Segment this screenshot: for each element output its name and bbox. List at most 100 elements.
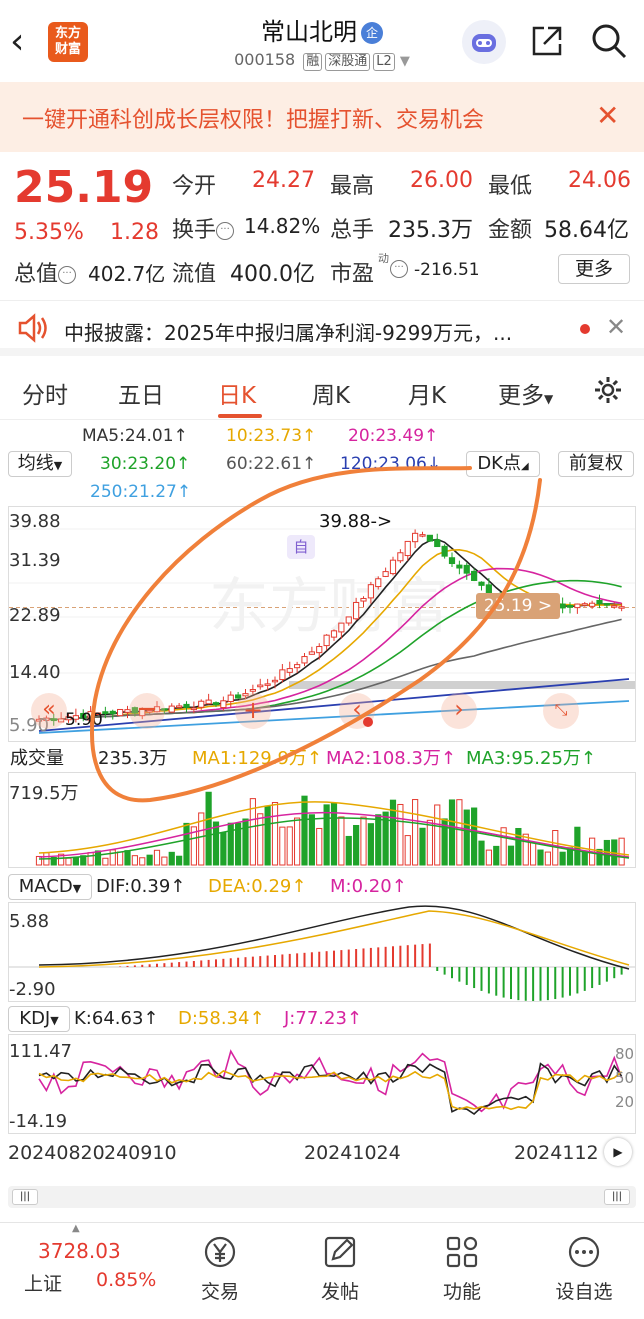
self-select-marker[interactable]: 自 bbox=[287, 535, 315, 559]
post-button[interactable]: 发帖 bbox=[300, 1233, 380, 1304]
promo-banner[interactable]: 一键开通科创成长层权限！把握打新、交易机会 ✕ bbox=[0, 82, 644, 152]
candle bbox=[176, 705, 183, 708]
macd-selector[interactable]: MACD▼ bbox=[8, 874, 92, 900]
candle bbox=[345, 616, 352, 624]
ma-selector[interactable]: 均线▼ bbox=[8, 451, 72, 477]
macd-panel[interactable]: 5.88 -2.90 bbox=[8, 902, 636, 1002]
zoom-in-icon[interactable]: + bbox=[235, 693, 271, 729]
candle bbox=[271, 679, 279, 683]
trade-button[interactable]: 交易 bbox=[180, 1233, 260, 1304]
tab-intraday[interactable]: 分时 bbox=[22, 376, 68, 410]
candle bbox=[353, 601, 360, 620]
kline-panel[interactable]: 东方财富 39.88 31.39 22.89 14.40 5.90 39.88-… bbox=[8, 506, 636, 742]
volume-bar bbox=[338, 816, 345, 866]
yen-exchange-icon bbox=[204, 1236, 236, 1268]
candle bbox=[456, 564, 463, 569]
mktcap-label-text: 总值 bbox=[14, 262, 59, 287]
tab-monthly-k[interactable]: 月K bbox=[408, 376, 446, 410]
candle bbox=[574, 603, 581, 609]
search-icon[interactable] bbox=[590, 22, 628, 60]
scroll-handle-left[interactable]: ||| bbox=[12, 1189, 38, 1205]
candle bbox=[279, 669, 286, 681]
trade-label: 交易 bbox=[200, 1281, 239, 1303]
low-label: 最低 bbox=[488, 174, 533, 199]
volume-bar bbox=[485, 849, 492, 866]
gear-icon[interactable] bbox=[592, 374, 624, 406]
volume-bar bbox=[404, 835, 411, 866]
functions-button[interactable]: 功能 bbox=[422, 1233, 502, 1304]
candle bbox=[441, 545, 448, 557]
turnover-label: 换手 ··· bbox=[172, 212, 235, 244]
pe-label: 市盈 bbox=[330, 262, 375, 287]
chart-scrollbar[interactable]: ||| ||| bbox=[8, 1186, 636, 1208]
kdj-ymax: 111.47 bbox=[9, 1041, 72, 1062]
candle bbox=[257, 684, 264, 688]
scroll-start-icon[interactable]: « bbox=[31, 693, 67, 729]
speaker-icon bbox=[18, 313, 47, 343]
assistant-robot-icon[interactable] bbox=[462, 20, 506, 64]
add-watchlist-label: 设自选 bbox=[555, 1281, 613, 1303]
dk-label: DK点 bbox=[477, 453, 521, 474]
turnover-value: 14.82% bbox=[244, 214, 321, 238]
edit-icon bbox=[324, 1236, 356, 1268]
volume-bar bbox=[212, 821, 220, 866]
candle bbox=[404, 540, 411, 557]
tab-daily-k[interactable]: 日K bbox=[218, 376, 256, 410]
info-icon[interactable]: ··· bbox=[390, 258, 408, 278]
share-icon[interactable] bbox=[530, 24, 564, 58]
volume-bar bbox=[530, 841, 537, 866]
turnover-label-text: 换手 bbox=[172, 218, 217, 243]
volume-bar bbox=[375, 814, 382, 866]
more-button[interactable]: 更多 bbox=[558, 254, 630, 284]
volume-bar bbox=[493, 845, 500, 866]
tab-five-day[interactable]: 五日 bbox=[118, 376, 164, 410]
news-ticker[interactable]: 中报披露：2025年中报归属净利润-9299万元，... ✕ bbox=[0, 300, 644, 356]
volume-panel[interactable]: 719.5万 bbox=[8, 772, 636, 868]
caret-down-icon: ▼ bbox=[50, 1014, 59, 1027]
scroll-right-icon[interactable]: › bbox=[441, 693, 477, 729]
candle bbox=[566, 604, 574, 608]
candle bbox=[117, 708, 124, 717]
close-icon[interactable]: ✕ bbox=[606, 313, 626, 341]
ma10-value: 10:23.73↑ bbox=[226, 426, 317, 446]
candle bbox=[618, 606, 625, 609]
zoom-out-icon[interactable]: − bbox=[129, 693, 165, 729]
scroll-handle-right[interactable]: ||| bbox=[604, 1189, 630, 1205]
close-icon[interactable]: ✕ bbox=[596, 99, 619, 132]
index-value[interactable]: 3728.03 bbox=[38, 1239, 121, 1263]
volume-bar bbox=[574, 826, 581, 866]
expand-icon[interactable]: ⤡ bbox=[543, 693, 579, 729]
info-icon[interactable]: ··· bbox=[216, 222, 235, 240]
pe-value: -216.51 bbox=[414, 260, 480, 280]
kdj-selector[interactable]: KDJ▼ bbox=[8, 1006, 70, 1032]
tab-more[interactable]: 更多▼ bbox=[498, 376, 553, 410]
low-marker: 5.90 bbox=[65, 710, 103, 730]
candle bbox=[603, 603, 610, 606]
tag-margin: 融 bbox=[303, 53, 323, 71]
adjust-button[interactable]: 前复权 bbox=[558, 451, 634, 477]
caret-up-icon: ▲ bbox=[72, 1223, 80, 1234]
grid-icon bbox=[446, 1236, 478, 1268]
date-label-4: 2024112 bbox=[514, 1142, 599, 1164]
price-tag[interactable]: 25.19 > bbox=[476, 593, 560, 619]
play-icon[interactable]: ▶ bbox=[604, 1138, 632, 1166]
current-price: 25.19 bbox=[14, 162, 154, 213]
kdj-k-line bbox=[38, 1062, 623, 1116]
add-watchlist-button[interactable]: 设自选 bbox=[544, 1233, 624, 1304]
date-label-1: 20240820 bbox=[8, 1142, 105, 1164]
macd-chart bbox=[9, 905, 635, 1001]
info-icon[interactable]: ··· bbox=[58, 266, 77, 284]
volume-label[interactable]: 成交量 bbox=[10, 744, 64, 770]
dk-point-button[interactable]: DK点◢ bbox=[466, 451, 540, 477]
volume-bar bbox=[146, 854, 153, 866]
candle bbox=[412, 532, 419, 543]
volume-bar bbox=[72, 856, 79, 866]
index-name[interactable]: 上证 bbox=[24, 1269, 62, 1296]
kdj-panel[interactable]: 111.47 -14.19 80 50 20 bbox=[8, 1034, 636, 1134]
volume-bar bbox=[537, 849, 544, 866]
tab-weekly-k[interactable]: 周K bbox=[312, 376, 350, 410]
volume-bar bbox=[271, 802, 279, 866]
macd-dif: DIF:0.39↑ bbox=[96, 876, 186, 897]
macd-ymax: 5.88 bbox=[9, 911, 50, 932]
volume-bar bbox=[286, 826, 293, 866]
